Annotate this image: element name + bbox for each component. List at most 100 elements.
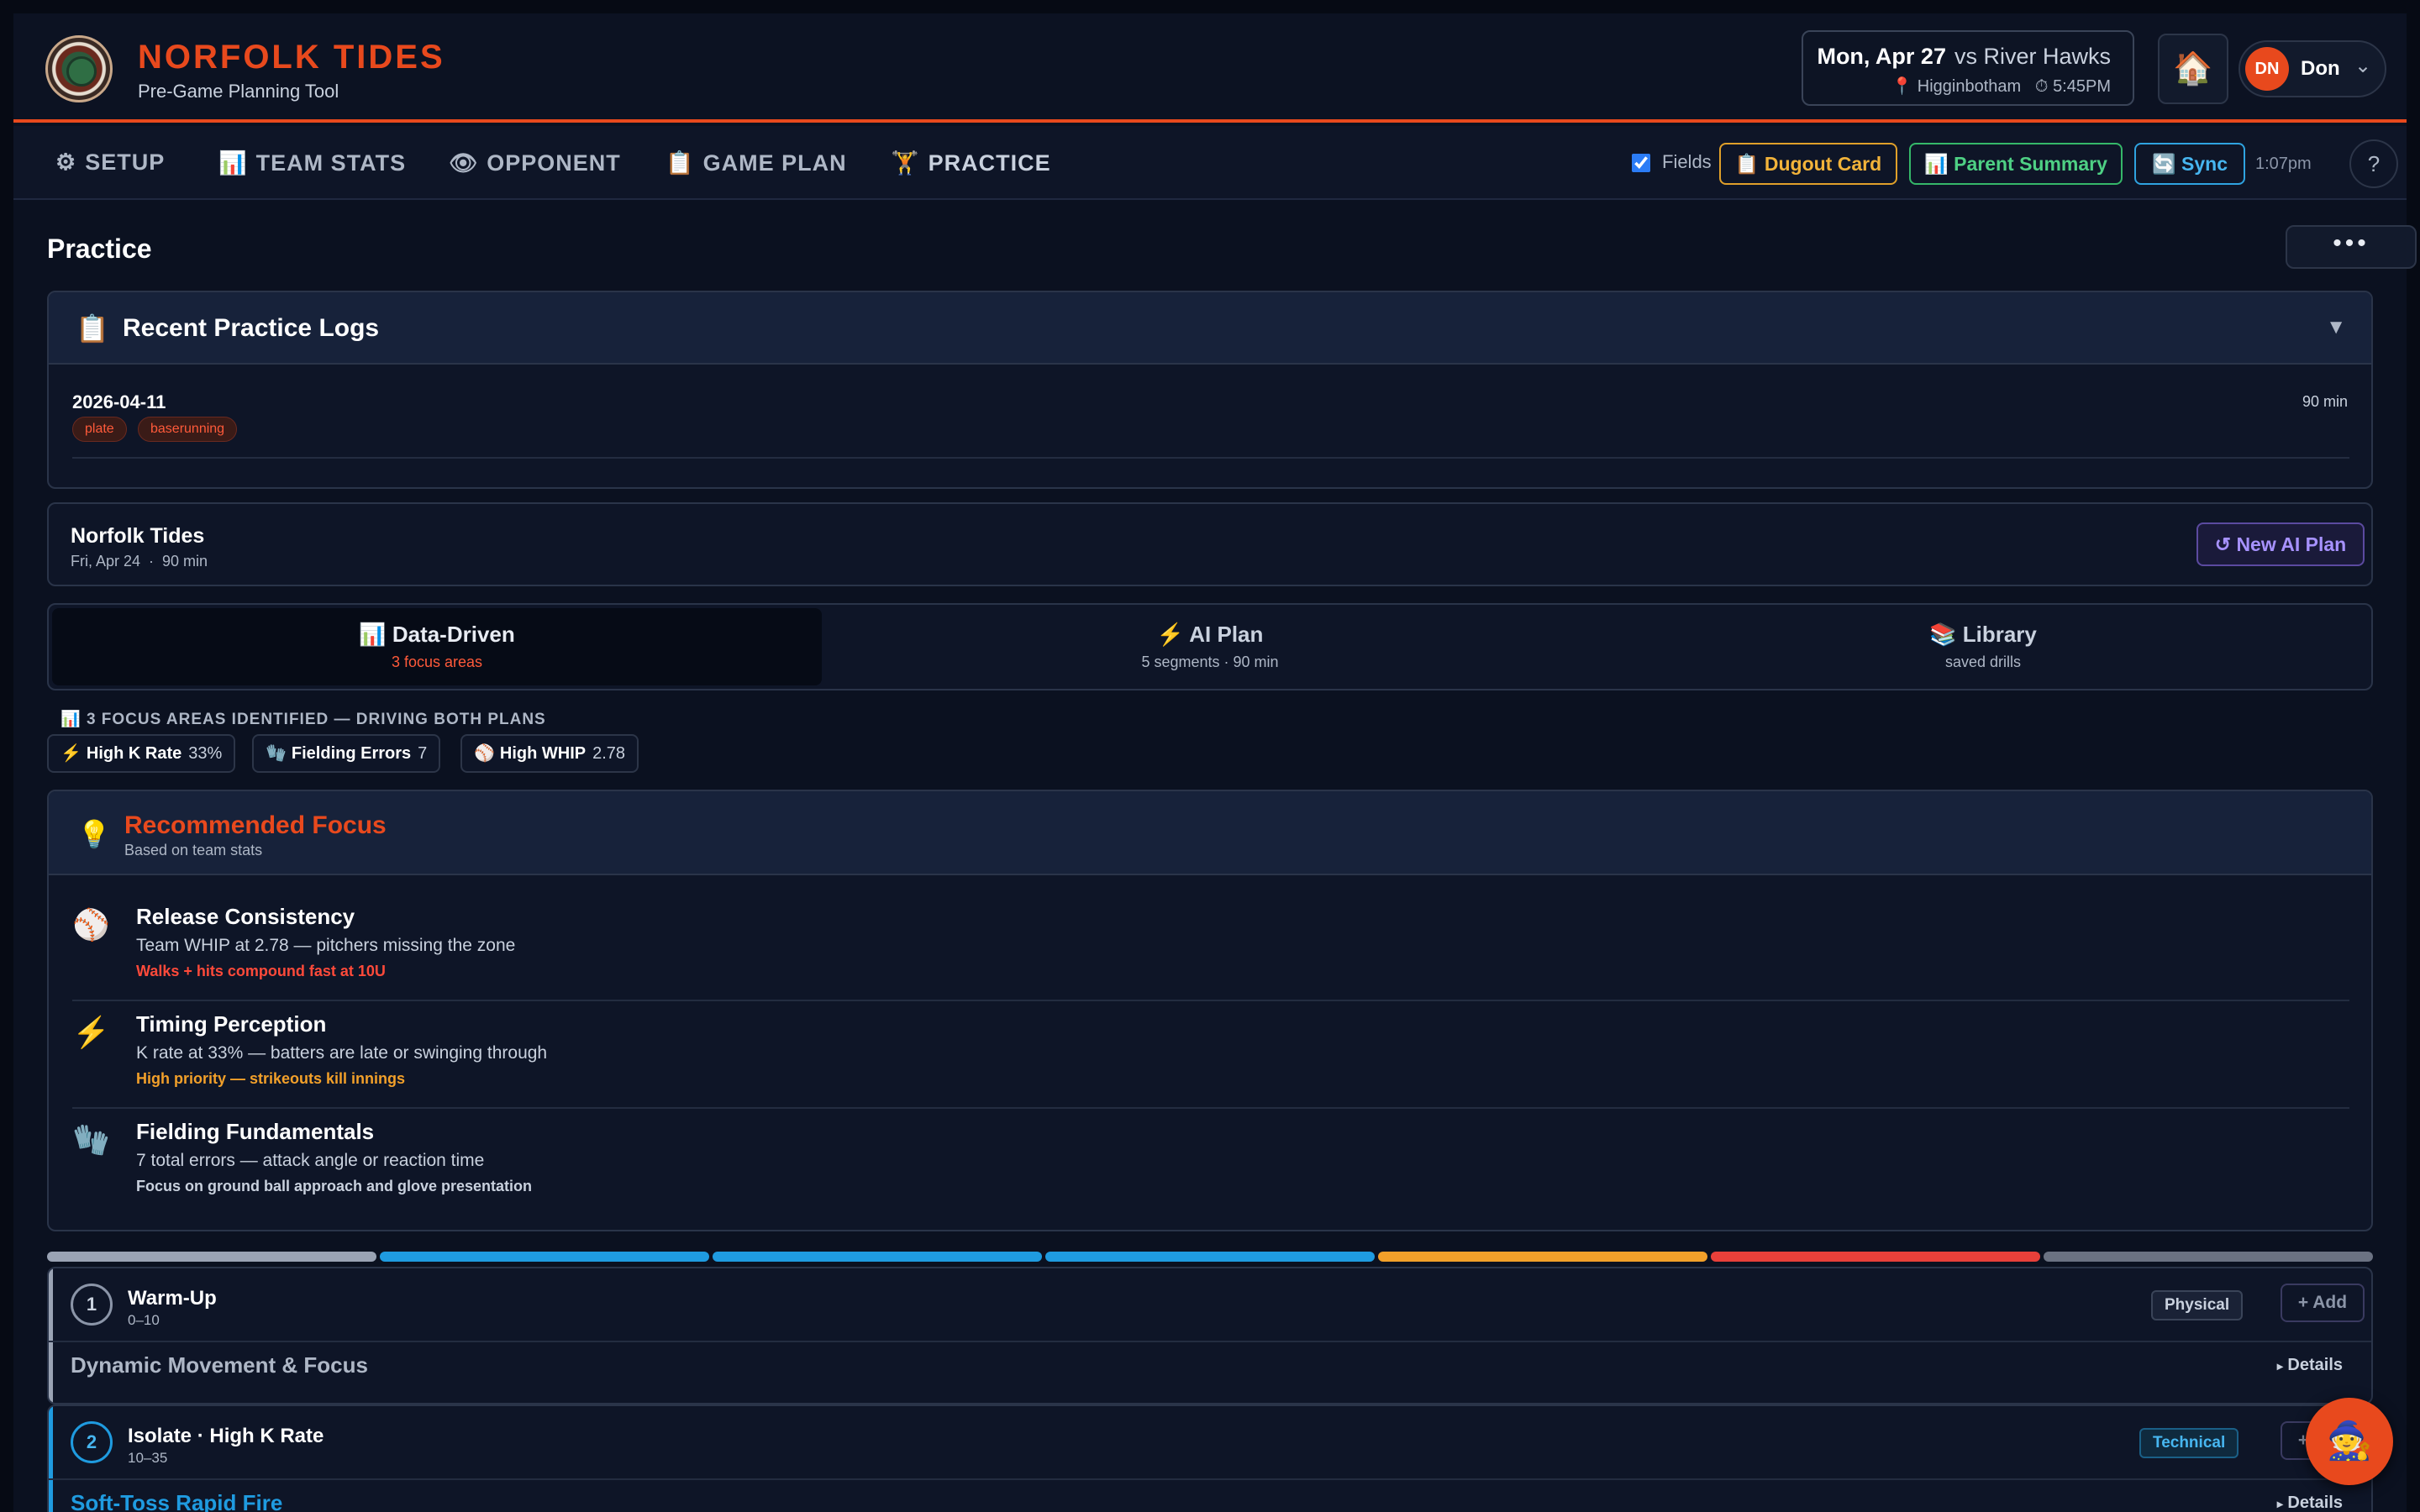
logs-title: Recent Practice Logs xyxy=(123,314,380,342)
refresh-icon: ↺ xyxy=(2214,533,2232,555)
team-name: NORFOLK TIDES xyxy=(138,39,445,76)
chip-value: 7 xyxy=(418,744,428,763)
bar-chart-icon: 📊 xyxy=(359,622,387,647)
new-ai-plan-button[interactable]: ↺ New AI Plan xyxy=(2196,522,2365,566)
clock-icon: ⏱ xyxy=(2034,77,2049,96)
details-toggle[interactable]: ▸ Details xyxy=(2277,1494,2343,1512)
glove-icon: 🧤 xyxy=(266,744,287,763)
tab-game-plan[interactable]: 📋 GAME PLAN xyxy=(666,150,847,176)
bar-chart-icon: 📊 xyxy=(60,711,82,728)
details-toggle[interactable]: ▸ Details xyxy=(2277,1356,2343,1375)
sync-button[interactable]: 🔄 Sync xyxy=(2134,143,2245,185)
focus-item-note: Focus on ground ball approach and glove … xyxy=(136,1178,533,1194)
tab-label: 📚 Library xyxy=(1598,622,2368,648)
game-location: Higginbotham xyxy=(1917,77,2022,96)
timeline-segment-3[interactable] xyxy=(713,1252,1042,1262)
tab-ai-plan[interactable]: ⚡ AI Plan 5 segments · 90 min xyxy=(825,608,1595,685)
plan-mode-tabs: 📊 Data-Driven 3 focus areas ⚡ AI Plan 5 … xyxy=(47,603,2373,690)
focus-chip-k-rate[interactable]: ⚡ High K Rate 33% xyxy=(47,734,236,773)
tab-sublabel: 3 focus areas xyxy=(391,654,483,670)
tab-data-driven[interactable]: 📊 Data-Driven 3 focus areas xyxy=(52,608,822,685)
tab-opponent-label: OPPONENT xyxy=(487,150,621,176)
details-label: Details xyxy=(2287,1494,2343,1512)
dugout-card-button[interactable]: 📋 Dugout Card xyxy=(1719,143,1897,185)
page-title: Practice xyxy=(47,234,152,264)
focus-chip-fielding-errors[interactable]: 🧤 Fielding Errors 7 xyxy=(252,734,441,773)
plan-team-name: Norfolk Tides xyxy=(71,524,205,548)
more-options-button[interactable]: ••• xyxy=(2286,225,2417,269)
user-menu[interactable]: DN Don ⌄ xyxy=(2238,40,2386,97)
segment-number: 2 xyxy=(71,1421,113,1463)
tab-setup[interactable]: ⚙ SETUP xyxy=(55,150,165,176)
timeline-segment-4[interactable] xyxy=(1045,1252,1375,1262)
recommended-focus-card: 💡 Recommended Focus Based on team stats … xyxy=(47,790,2373,1231)
segment-card-warmup: 1 Warm-Up 0–10 Physical + Add Dynamic Mo… xyxy=(47,1267,2373,1404)
fields-toggle[interactable]: Fields xyxy=(1632,151,1712,173)
details-label: Details xyxy=(2287,1356,2343,1374)
parent-summary-label: Parent Summary xyxy=(1954,153,2107,175)
sync-label: Sync xyxy=(2181,153,2228,175)
focus-item-desc: Team WHIP at 2.78 — pitchers missing the… xyxy=(136,936,516,955)
recommended-title: Recommended Focus xyxy=(124,811,387,839)
game-info-card[interactable]: Mon, Apr 27 vs River Hawks 📍 Higginbotham… xyxy=(1802,30,2134,106)
timeline-segment-7[interactable] xyxy=(2044,1252,2373,1262)
chip-label: Fielding Errors xyxy=(291,744,412,763)
assistant-icon: 🧙 xyxy=(2326,1420,2373,1462)
chevron-down-icon: ⌄ xyxy=(2354,55,2372,77)
fields-label: Fields xyxy=(1662,151,1712,172)
game-time: 5:45PM xyxy=(2053,77,2111,96)
avatar: DN xyxy=(2245,47,2289,91)
tab-setup-label: SETUP xyxy=(85,150,166,175)
recent-practice-logs: 📋 Recent Practice Logs ▼ 2026-04-11 90 m… xyxy=(47,291,2373,489)
home-button[interactable]: 🏠 xyxy=(2158,34,2228,104)
sync-icon: 🔄 xyxy=(2151,153,2176,175)
timeline-segment-1[interactable] xyxy=(47,1252,376,1262)
tab-library[interactable]: 📚 Library saved drills xyxy=(1598,608,2368,685)
plan-summary-card: Norfolk Tides Fri, Apr 24 · 90 min ↺ New… xyxy=(47,502,2373,586)
baseball-icon: ⚾ xyxy=(72,907,110,942)
tab-team-stats[interactable]: 📊 TEAM STATS xyxy=(218,150,406,176)
tab-opponent[interactable]: 👁 OPPONENT xyxy=(449,150,621,176)
bar-chart-icon: 📊 xyxy=(1924,153,1949,175)
segment-accent xyxy=(49,1406,53,1512)
caret-right-icon: ▸ xyxy=(2276,1497,2283,1510)
plan-meta: Fri, Apr 24 · 90 min xyxy=(71,553,208,570)
tab-library-label: Library xyxy=(1962,622,2037,647)
help-button[interactable]: ? xyxy=(2349,139,2398,188)
caret-right-icon: ▸ xyxy=(2276,1359,2283,1373)
app-header: NORFOLK TIDES Pre-Game Planning Tool Mon… xyxy=(13,13,2407,123)
tab-practice-label: PRACTICE xyxy=(928,150,1051,176)
focus-item-desc: K rate at 33% — batters are late or swin… xyxy=(136,1043,548,1063)
drill-name[interactable]: Soft-Toss Rapid Fire xyxy=(71,1490,282,1512)
add-drill-button[interactable]: + Add xyxy=(2281,1284,2365,1322)
timeline-segment-6[interactable] xyxy=(1711,1252,2040,1262)
gear-icon: ⚙ xyxy=(55,150,77,175)
log-tag: plate xyxy=(72,417,127,442)
glove-icon: 🧤 xyxy=(72,1122,110,1157)
collapse-caret-icon[interactable]: ▼ xyxy=(2326,316,2346,339)
tab-sublabel: 5 segments · 90 min xyxy=(1141,654,1279,670)
drill-name[interactable]: Dynamic Movement & Focus xyxy=(71,1352,368,1378)
focus-chip-whip[interactable]: ⚾ High WHIP 2.78 xyxy=(460,734,639,773)
focus-areas-label: 📊 3 FOCUS AREAS IDENTIFIED — DRIVING BOT… xyxy=(60,709,546,729)
focus-item-note: Walks + hits compound fast at 10U xyxy=(136,963,386,979)
timeline-segment-5[interactable] xyxy=(1378,1252,1707,1262)
segment-number: 1 xyxy=(71,1284,113,1326)
tab-practice[interactable]: 🏋 PRACTICE xyxy=(891,150,1051,176)
timeline-segment-2[interactable] xyxy=(380,1252,709,1262)
assistant-fab-button[interactable]: 🧙 xyxy=(2306,1398,2393,1485)
game-date-line: Mon, Apr 27 vs River Hawks xyxy=(1817,44,2111,70)
logs-header[interactable]: 📋 Recent Practice Logs ▼ xyxy=(49,292,2371,365)
log-duration: 90 min xyxy=(2302,393,2348,410)
focus-item-release: ⚾ Release Consistency Team WHIP at 2.78 … xyxy=(72,892,2349,1000)
divider xyxy=(72,457,2349,459)
app-subtitle: Pre-Game Planning Tool xyxy=(138,81,339,102)
parent-summary-button[interactable]: 📊 Parent Summary xyxy=(1909,143,2123,185)
tab-data-driven-label: Data-Driven xyxy=(392,622,515,647)
new-ai-plan-label: New AI Plan xyxy=(2236,533,2347,555)
plan-date: Fri, Apr 24 xyxy=(71,553,141,570)
fields-checkbox[interactable] xyxy=(1632,154,1650,173)
focus-item-title: Release Consistency xyxy=(136,904,355,929)
focus-item-title: Fielding Fundamentals xyxy=(136,1119,375,1144)
divider xyxy=(49,1478,2371,1480)
